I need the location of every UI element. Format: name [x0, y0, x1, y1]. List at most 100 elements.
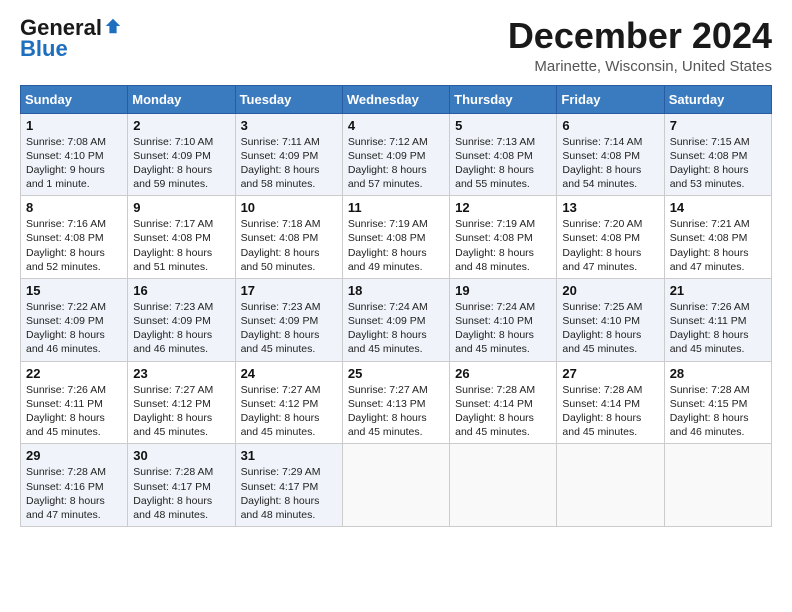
- day-number: 29: [26, 448, 122, 463]
- day-number: 14: [670, 200, 766, 215]
- day-info: Sunrise: 7:29 AMSunset: 4:17 PMDaylight:…: [241, 465, 337, 522]
- day-number: 16: [133, 283, 229, 298]
- logo-blue-text: Blue: [20, 36, 68, 62]
- calendar-cell: 25Sunrise: 7:27 AMSunset: 4:13 PMDayligh…: [342, 361, 449, 444]
- calendar-cell: [664, 444, 771, 527]
- day-number: 2: [133, 118, 229, 133]
- calendar-cell: [450, 444, 557, 527]
- day-number: 22: [26, 366, 122, 381]
- day-info: Sunrise: 7:28 AMSunset: 4:14 PMDaylight:…: [455, 383, 551, 440]
- calendar-cell: 11 Sunrise: 7:19 AMSunset: 4:08 PMDayligh…: [342, 196, 449, 279]
- day-info: Sunrise: 7:16 AMSunset: 4:08 PMDaylight:…: [26, 217, 122, 274]
- title-block: December 2024 Marinette, Wisconsin, Unit…: [508, 16, 772, 75]
- day-info: Sunrise: 7:19 AMSunset: 4:08 PMDaylight:…: [348, 217, 444, 274]
- calendar-cell: 16 Sunrise: 7:23 AMSunset: 4:09 PMDayligh…: [128, 278, 235, 361]
- column-header-tuesday: Tuesday: [235, 85, 342, 113]
- day-number: 30: [133, 448, 229, 463]
- column-header-wednesday: Wednesday: [342, 85, 449, 113]
- calendar-cell: 6 Sunrise: 7:14 AMSunset: 4:08 PMDaylight…: [557, 113, 664, 196]
- calendar-cell: 2Sunrise: 7:10 AMSunset: 4:09 PMDaylight…: [128, 113, 235, 196]
- calendar-cell: 20Sunrise: 7:25 AMSunset: 4:10 PMDayligh…: [557, 278, 664, 361]
- calendar-cell: 14 Sunrise: 7:21 AMSunset: 4:08 PMDayligh…: [664, 196, 771, 279]
- calendar-cell: 7 Sunrise: 7:15 AMSunset: 4:08 PMDaylight…: [664, 113, 771, 196]
- day-info: Sunrise: 7:12 AMSunset: 4:09 PMDaylight:…: [348, 135, 444, 192]
- logo: General Blue: [20, 16, 122, 62]
- day-info: Sunrise: 7:24 AMSunset: 4:09 PMDaylight:…: [348, 300, 444, 357]
- calendar-cell: 8 Sunrise: 7:16 AMSunset: 4:08 PMDaylight…: [21, 196, 128, 279]
- day-number: 17: [241, 283, 337, 298]
- day-number: 12: [455, 200, 551, 215]
- day-info: Sunrise: 7:08 AMSunset: 4:10 PMDaylight:…: [26, 135, 122, 192]
- day-number: 27: [562, 366, 658, 381]
- day-number: 10: [241, 200, 337, 215]
- day-number: 23: [133, 366, 229, 381]
- calendar-cell: 13 Sunrise: 7:20 AMSunset: 4:08 PMDayligh…: [557, 196, 664, 279]
- day-info: Sunrise: 7:27 AMSunset: 4:12 PMDaylight:…: [133, 383, 229, 440]
- day-info: Sunrise: 7:28 AMSunset: 4:15 PMDaylight:…: [670, 383, 766, 440]
- calendar-cell: 9 Sunrise: 7:17 AMSunset: 4:08 PMDaylight…: [128, 196, 235, 279]
- calendar-table: SundayMondayTuesdayWednesdayThursdayFrid…: [20, 85, 772, 527]
- day-info: Sunrise: 7:13 AMSunset: 4:08 PMDaylight:…: [455, 135, 551, 192]
- calendar-cell: 4 Sunrise: 7:12 AMSunset: 4:09 PMDaylight…: [342, 113, 449, 196]
- day-number: 25: [348, 366, 444, 381]
- logo-icon: [104, 17, 122, 35]
- day-number: 19: [455, 283, 551, 298]
- day-number: 4: [348, 118, 444, 133]
- calendar-week-row: 15Sunrise: 7:22 AMSunset: 4:09 PMDayligh…: [21, 278, 772, 361]
- calendar-week-row: 8 Sunrise: 7:16 AMSunset: 4:08 PMDaylight…: [21, 196, 772, 279]
- day-number: 9: [133, 200, 229, 215]
- month-title: December 2024: [508, 16, 772, 56]
- calendar-week-row: 22Sunrise: 7:26 AMSunset: 4:11 PMDayligh…: [21, 361, 772, 444]
- calendar-cell: 31 Sunrise: 7:29 AMSunset: 4:17 PMDayligh…: [235, 444, 342, 527]
- page-header: General Blue December 2024 Marinette, Wi…: [20, 16, 772, 75]
- day-number: 28: [670, 366, 766, 381]
- day-number: 13: [562, 200, 658, 215]
- day-info: Sunrise: 7:14 AMSunset: 4:08 PMDaylight:…: [562, 135, 658, 192]
- day-info: Sunrise: 7:20 AMSunset: 4:08 PMDaylight:…: [562, 217, 658, 274]
- day-info: Sunrise: 7:15 AMSunset: 4:08 PMDaylight:…: [670, 135, 766, 192]
- calendar-cell: 28 Sunrise: 7:28 AMSunset: 4:15 PMDayligh…: [664, 361, 771, 444]
- column-header-sunday: Sunday: [21, 85, 128, 113]
- day-info: Sunrise: 7:26 AMSunset: 4:11 PMDaylight:…: [670, 300, 766, 357]
- day-info: Sunrise: 7:28 AMSunset: 4:14 PMDaylight:…: [562, 383, 658, 440]
- column-header-saturday: Saturday: [664, 85, 771, 113]
- calendar-cell: 22Sunrise: 7:26 AMSunset: 4:11 PMDayligh…: [21, 361, 128, 444]
- day-number: 20: [562, 283, 658, 298]
- day-number: 18: [348, 283, 444, 298]
- day-info: Sunrise: 7:23 AMSunset: 4:09 PMDaylight:…: [241, 300, 337, 357]
- calendar-cell: 17 Sunrise: 7:23 AMSunset: 4:09 PMDayligh…: [235, 278, 342, 361]
- day-number: 6: [562, 118, 658, 133]
- calendar-cell: 18 Sunrise: 7:24 AMSunset: 4:09 PMDayligh…: [342, 278, 449, 361]
- calendar-cell: 19 Sunrise: 7:24 AMSunset: 4:10 PMDayligh…: [450, 278, 557, 361]
- calendar-cell: 10Sunrise: 7:18 AMSunset: 4:08 PMDayligh…: [235, 196, 342, 279]
- calendar-cell: 24Sunrise: 7:27 AMSunset: 4:12 PMDayligh…: [235, 361, 342, 444]
- day-info: Sunrise: 7:28 AMSunset: 4:16 PMDaylight:…: [26, 465, 122, 522]
- calendar-cell: 5 Sunrise: 7:13 AMSunset: 4:08 PMDaylight…: [450, 113, 557, 196]
- day-info: Sunrise: 7:17 AMSunset: 4:08 PMDaylight:…: [133, 217, 229, 274]
- calendar-cell: 15Sunrise: 7:22 AMSunset: 4:09 PMDayligh…: [21, 278, 128, 361]
- day-number: 8: [26, 200, 122, 215]
- day-number: 21: [670, 283, 766, 298]
- day-number: 31: [241, 448, 337, 463]
- calendar-cell: 23 Sunrise: 7:27 AMSunset: 4:12 PMDayligh…: [128, 361, 235, 444]
- calendar-week-row: 1 Sunrise: 7:08 AMSunset: 4:10 PMDaylight…: [21, 113, 772, 196]
- day-number: 7: [670, 118, 766, 133]
- calendar-cell: 1 Sunrise: 7:08 AMSunset: 4:10 PMDaylight…: [21, 113, 128, 196]
- day-info: Sunrise: 7:24 AMSunset: 4:10 PMDaylight:…: [455, 300, 551, 357]
- day-info: Sunrise: 7:21 AMSunset: 4:08 PMDaylight:…: [670, 217, 766, 274]
- calendar-cell: 21 Sunrise: 7:26 AMSunset: 4:11 PMDayligh…: [664, 278, 771, 361]
- day-info: Sunrise: 7:28 AMSunset: 4:17 PMDaylight:…: [133, 465, 229, 522]
- day-number: 5: [455, 118, 551, 133]
- day-info: Sunrise: 7:19 AMSunset: 4:08 PMDaylight:…: [455, 217, 551, 274]
- column-header-thursday: Thursday: [450, 85, 557, 113]
- day-number: 1: [26, 118, 122, 133]
- day-info: Sunrise: 7:27 AMSunset: 4:12 PMDaylight:…: [241, 383, 337, 440]
- calendar-cell: 26Sunrise: 7:28 AMSunset: 4:14 PMDayligh…: [450, 361, 557, 444]
- day-number: 11: [348, 200, 444, 215]
- calendar-cell: 12 Sunrise: 7:19 AMSunset: 4:08 PMDayligh…: [450, 196, 557, 279]
- day-info: Sunrise: 7:23 AMSunset: 4:09 PMDaylight:…: [133, 300, 229, 357]
- day-info: Sunrise: 7:22 AMSunset: 4:09 PMDaylight:…: [26, 300, 122, 357]
- day-info: Sunrise: 7:11 AMSunset: 4:09 PMDaylight:…: [241, 135, 337, 192]
- column-header-monday: Monday: [128, 85, 235, 113]
- calendar-cell: [342, 444, 449, 527]
